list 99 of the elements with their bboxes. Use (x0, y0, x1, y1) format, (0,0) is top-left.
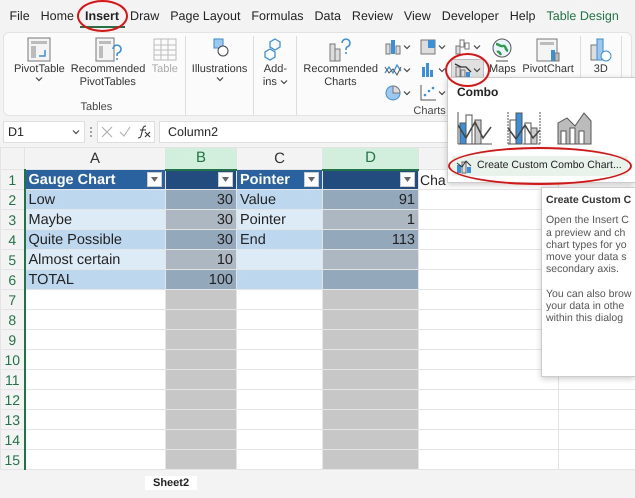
row-header[interactable]: 14 (0, 430, 24, 450)
table-cell: 91 (322, 190, 418, 210)
menu-item[interactable]: Create Custom Combo Chart... (452, 156, 628, 176)
row-header[interactable]: 15 (0, 450, 24, 470)
ribbon-button[interactable]: 3D (584, 36, 617, 100)
menu-tab[interactable]: Data (309, 4, 346, 28)
row-header[interactable]: 11 (0, 370, 24, 390)
row-header[interactable]: 2 (0, 190, 24, 210)
table-cell: 100 (166, 270, 236, 290)
check-icon (119, 126, 131, 138)
filter-button[interactable] (147, 172, 162, 187)
table-icon (25, 36, 54, 63)
pie-chart-icon (384, 84, 402, 102)
row-header[interactable]: 7 (0, 290, 24, 310)
menu-tab[interactable]: Draw (124, 4, 165, 28)
row-header[interactable]: 13 (0, 410, 24, 430)
caret-icon (403, 67, 412, 73)
drag-handle-icon (89, 125, 93, 139)
table-cell: End (236, 230, 322, 250)
caret-icon (403, 90, 412, 96)
table-cell: TOTAL (24, 270, 166, 290)
row-header[interactable]: 1 (0, 170, 24, 190)
ribbon-button[interactable]: Recommended PivotTables (68, 36, 147, 100)
caret-icon (151, 177, 158, 182)
caret-icon (438, 67, 446, 73)
caret-icon (308, 177, 315, 182)
menu-tab[interactable]: Help (504, 4, 541, 28)
filter-button[interactable] (400, 172, 415, 188)
menu-tab[interactable]: Review (346, 4, 398, 28)
table-cell: 30 (166, 190, 236, 210)
filter-button[interactable] (304, 172, 319, 187)
ribbon-button[interactable]: Recommended Charts (301, 36, 380, 104)
name-box[interactable]: D1 (3, 121, 85, 143)
treemap-icon (419, 38, 438, 56)
menu-tab[interactable]: Formulas (246, 4, 310, 28)
table-icon (94, 36, 122, 63)
caret-icon (473, 44, 482, 50)
column-header[interactable]: A (24, 148, 166, 170)
menu-tab[interactable]: Insert (80, 4, 125, 28)
ribbon-button[interactable]: Illustrations (190, 36, 250, 100)
menu-tab[interactable]: Page Layout (164, 4, 246, 28)
caret-icon (403, 44, 412, 50)
caret-icon (280, 79, 288, 86)
menu-tab[interactable]: Table Design (541, 4, 624, 28)
menu-tab[interactable]: File (4, 4, 36, 28)
tooltip-title: Create Custom C (546, 194, 632, 206)
column-header[interactable]: C (236, 148, 322, 170)
table-cell: 1 (322, 210, 418, 230)
table-cell: Value (236, 190, 322, 210)
caret-icon (473, 67, 482, 73)
header-text: Pointer (240, 170, 290, 188)
table-icon (150, 36, 179, 63)
row-header[interactable]: 5 (0, 250, 24, 270)
scatter-chart-icon (419, 84, 438, 102)
column-chart-icon (384, 38, 402, 56)
table-cell: Maybe (24, 210, 166, 230)
row-header[interactable]: 10 (0, 350, 24, 370)
waterfall-chart-icon (454, 38, 472, 56)
caret-icon (216, 76, 224, 82)
menu-tab[interactable]: View (398, 4, 436, 28)
column-header[interactable]: D (322, 148, 418, 170)
table-cell: Low (24, 190, 166, 210)
combo-chart-icon (454, 61, 472, 79)
chart-icon (534, 36, 562, 63)
row-header[interactable]: 6 (0, 270, 24, 290)
table-cell: Almost certain (24, 250, 166, 270)
group-label: Tables (80, 101, 112, 113)
row-header[interactable]: 3 (0, 210, 24, 230)
sheet-tab[interactable]: Sheet2 (145, 476, 198, 490)
caret-icon (438, 44, 446, 50)
row-header[interactable]: 4 (0, 230, 24, 250)
caret-icon (404, 177, 411, 182)
menu-tab[interactable]: Home (35, 4, 80, 28)
table-cell: 30 (166, 230, 236, 250)
tooltip-text: Open the Insert C a preview and ch chart types for yo move your data s secondary axis. (546, 214, 629, 276)
column-header[interactable]: B (166, 148, 236, 170)
caret-icon (222, 177, 229, 182)
caret-icon (72, 129, 80, 135)
tooltip-text: You can also brow your data in othe within this dialog (546, 288, 632, 325)
filter-button[interactable] (218, 172, 233, 188)
ribbon-button[interactable]: Add-ins (258, 36, 292, 100)
table-cell: 30 (166, 210, 236, 230)
row-header[interactable]: 12 (0, 390, 24, 410)
table-cell: Quite Possible (24, 230, 166, 250)
caret-icon (35, 76, 44, 82)
function-icon (137, 125, 151, 139)
combo-chart-icon (456, 158, 472, 174)
header-text: Gauge Chart (28, 170, 116, 188)
group-label: Charts (413, 105, 446, 117)
ribbon-button[interactable]: PivotTable (12, 36, 67, 100)
row-header[interactable]: 8 (0, 310, 24, 330)
menu-tab[interactable]: Developer (436, 4, 504, 28)
cancel-icon (101, 126, 113, 138)
table-cell: 10 (166, 250, 236, 270)
row-header[interactable]: 9 (0, 330, 24, 350)
table-cell: Pointer (236, 210, 322, 230)
caret-icon (438, 90, 446, 96)
menu-heading: Combo (457, 85, 498, 99)
table-cell: 113 (322, 230, 418, 250)
